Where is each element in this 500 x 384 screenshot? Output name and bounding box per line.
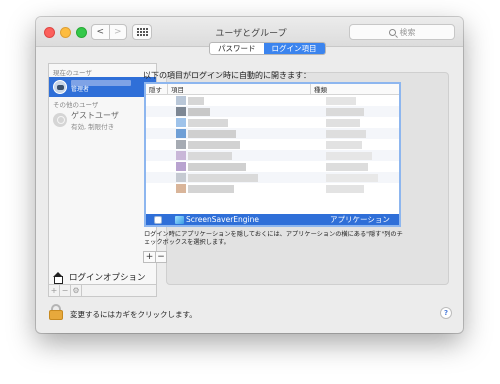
column-hide[interactable]: 隠す: [146, 84, 168, 94]
remove-user-button[interactable]: −: [60, 285, 71, 296]
user-avatar: [53, 80, 67, 94]
blurred-item-name: [188, 184, 234, 193]
blurred-item-kind: [326, 140, 362, 149]
blurred-item-name: [188, 173, 258, 182]
column-kind[interactable]: 種類: [311, 84, 327, 94]
item-name: ScreenSaverEngine: [186, 215, 259, 224]
user-list: 現在のユーザ 管理者 その他のユーザ ゲストユーザ 有効, 制限付き: [48, 63, 157, 285]
login-item-buttons: + −: [143, 251, 167, 263]
blurred-item-kind: [326, 96, 356, 105]
blurred-item-kind: [326, 107, 364, 116]
blurred-app-icon: [176, 162, 186, 171]
blurred-item-name: [188, 140, 240, 149]
blurred-item-kind: [326, 151, 372, 160]
column-item[interactable]: 項目: [168, 84, 311, 94]
blurred-item-name: [188, 96, 204, 105]
blurred-item-name: [188, 162, 246, 171]
lock-icon[interactable]: [49, 304, 63, 320]
current-users-header: 現在のユーザ: [53, 69, 92, 77]
blurred-item-kind: [326, 129, 366, 138]
current-user-item[interactable]: 管理者: [49, 77, 156, 97]
table-row[interactable]: [146, 172, 399, 183]
blurred-app-icon: [176, 173, 186, 182]
table-row[interactable]: [146, 95, 399, 106]
table-row[interactable]: [146, 128, 399, 139]
house-icon: [52, 272, 63, 284]
lock-message: 変更するにはカギをクリックします。: [70, 310, 197, 319]
hide-checkbox[interactable]: [154, 215, 162, 224]
blurred-item-kind: [326, 118, 360, 127]
blurred-item-name: [188, 151, 232, 160]
table-row[interactable]: [146, 117, 399, 128]
login-options-label: ログインオプション: [69, 273, 146, 283]
help-button[interactable]: ?: [440, 307, 452, 319]
table-row[interactable]: [146, 183, 399, 194]
blurred-rows: [146, 95, 399, 194]
add-user-button[interactable]: +: [49, 285, 60, 296]
login-options-item[interactable]: ログインオプション: [48, 270, 157, 284]
blurred-app-icon: [176, 107, 186, 116]
blurred-item-kind: [326, 184, 364, 193]
guest-name: ゲストユーザ: [71, 111, 119, 120]
login-items-intro: 以下の項目がログイン時に自動的に開きます：: [143, 71, 311, 80]
add-login-item-button[interactable]: +: [144, 252, 155, 262]
blurred-app-icon: [176, 140, 186, 149]
blurred-app-icon: [176, 96, 186, 105]
screensaver-app-icon: [175, 215, 184, 224]
tab-control: パスワード ログイン項目: [209, 42, 326, 55]
gear-icon[interactable]: ⚙: [71, 285, 82, 296]
remove-login-item-button[interactable]: −: [155, 252, 166, 262]
table-row[interactable]: [146, 139, 399, 150]
item-kind: アプリケーション: [330, 215, 390, 224]
table-row[interactable]: [146, 150, 399, 161]
guest-avatar-icon: [53, 113, 67, 127]
user-list-buttons: + − ⚙: [48, 285, 157, 297]
blurred-item-name: [188, 107, 210, 116]
guest-status: 有効, 制限付き: [71, 123, 115, 131]
login-items-table[interactable]: 隠す 項目 種類 ScreenSaverEngine アプリケーション: [144, 82, 401, 227]
guest-user-item[interactable]: ゲストユーザ 有効, 制限付き: [49, 108, 156, 131]
tab-password[interactable]: パスワード: [210, 43, 264, 54]
blurred-app-icon: [176, 129, 186, 138]
blurred-app-icon: [176, 184, 186, 193]
blurred-app-icon: [176, 151, 186, 160]
blurred-item-kind: [326, 162, 368, 171]
user-role: 管理者: [71, 86, 90, 93]
guest-info: ゲストユーザ 有効, 制限付き: [71, 111, 119, 131]
table-row[interactable]: [146, 161, 399, 172]
user-info: 管理者: [71, 80, 131, 94]
blurred-item-name: [188, 129, 236, 138]
blurred-app-icon: [176, 118, 186, 127]
table-row[interactable]: [146, 106, 399, 117]
other-users-header: その他のユーザ: [53, 101, 99, 109]
table-header: 隠す 項目 種類: [146, 84, 399, 95]
tab-login-items[interactable]: ログイン項目: [263, 43, 325, 54]
blurred-item-kind: [326, 173, 378, 182]
table-row-selected[interactable]: ScreenSaverEngine アプリケーション: [146, 214, 399, 225]
blurred-item-name: [188, 118, 228, 127]
hide-instructions: ログイン時にアプリケーションを隠しておくには、アプリケーションの横にある"隠す"…: [144, 231, 403, 246]
